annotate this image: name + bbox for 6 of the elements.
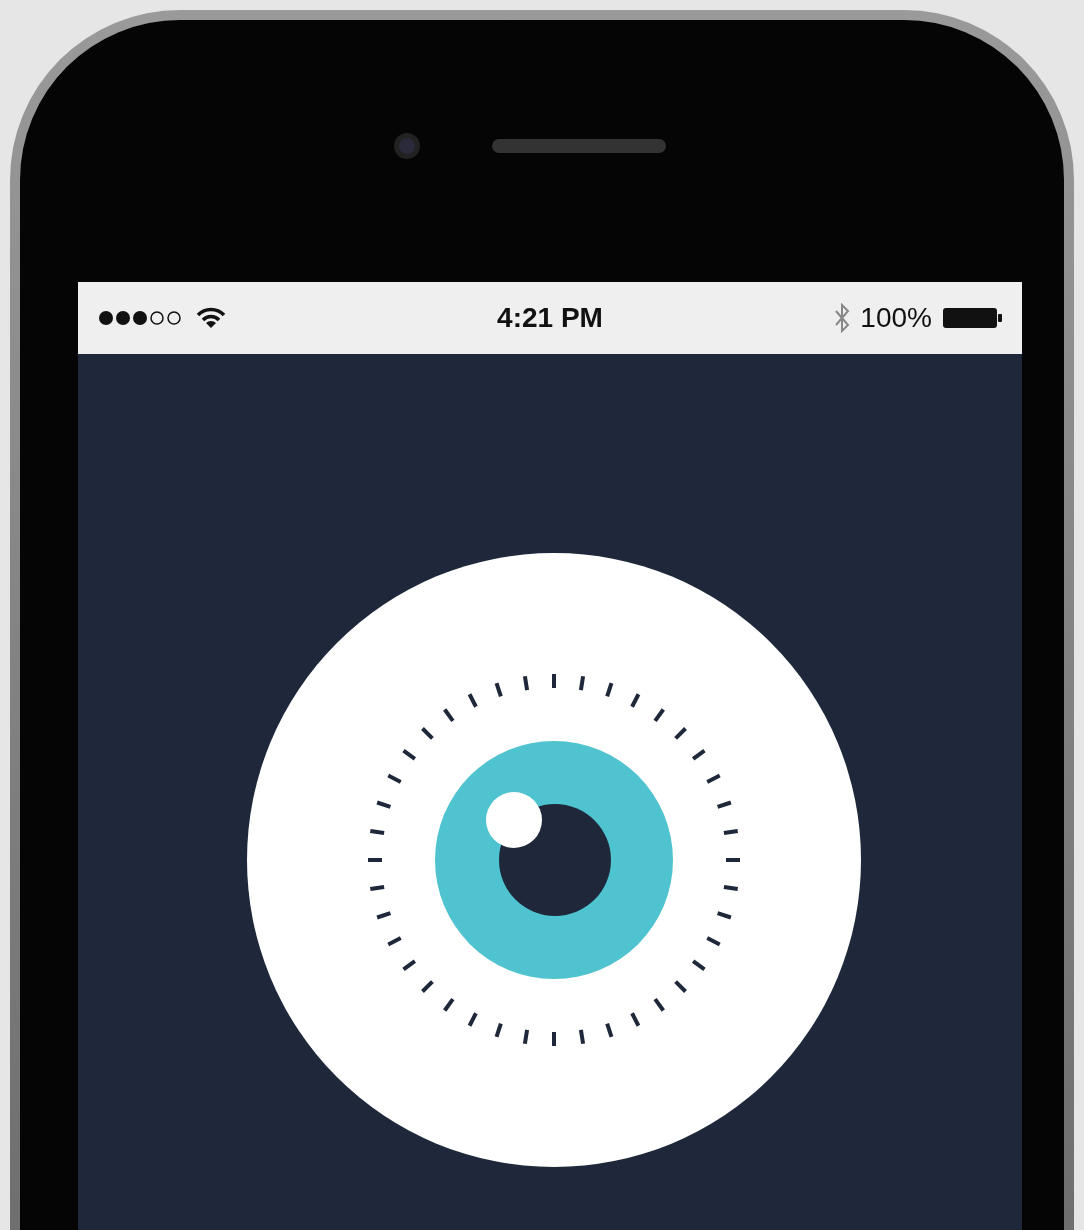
wifi-icon <box>196 307 226 329</box>
battery-icon <box>942 307 1002 329</box>
camera-icon <box>394 133 420 159</box>
battery-percentage: 100% <box>860 301 932 335</box>
status-time: 4:21 PM <box>497 301 603 335</box>
bluetooth-icon <box>834 303 851 333</box>
